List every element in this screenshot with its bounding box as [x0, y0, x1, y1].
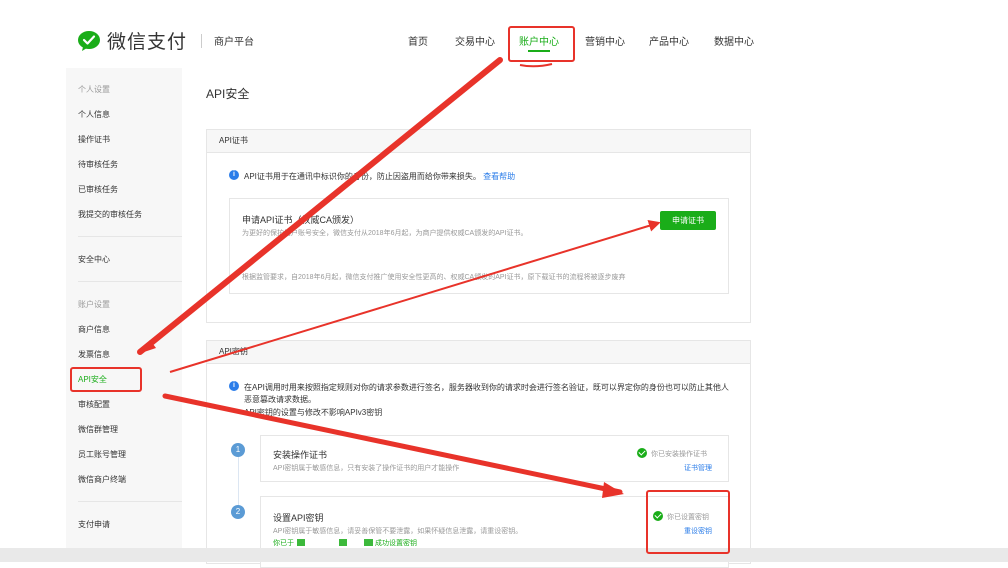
api-cert-section-title: API证书: [207, 130, 750, 153]
step-1-desc: API密钥属于敏感信息，只有安装了操作证书的用户才能操作: [273, 465, 460, 472]
help-link[interactable]: 查看帮助: [483, 172, 515, 181]
brand-name: 微信支付: [107, 32, 188, 53]
page-title: API安全: [206, 87, 250, 101]
apply-cert-note: 根据监管要求，自2018年6月起，微信支付推广使用安全性更高的、权威CA颁发的A…: [242, 274, 626, 281]
step-1-title: 安装操作证书: [273, 450, 328, 460]
sidebar-group-personal: 个人设置: [78, 85, 110, 94]
api-key-section-title: API密钥: [207, 341, 750, 364]
sidebar-divider: [78, 236, 182, 237]
sidebar-item-invoice-info[interactable]: 发票信息: [78, 349, 110, 360]
api-cert-notice-text: API证书用于在通讯中标识你的身份，防止因盗用而给你带来损失。: [244, 172, 481, 181]
nav-product-center[interactable]: 产品中心: [649, 33, 689, 48]
wechat-pay-logo[interactable]: 微信支付 商户平台: [77, 27, 254, 54]
apply-cert-desc: 为更好的保护用户账号安全，微信支付从2018年6月起，为商户提供权威CA颁发的A…: [242, 230, 528, 237]
wechat-pay-logo-icon: [78, 30, 100, 51]
step-connector: [238, 457, 239, 507]
api-key-notice-line1: 在API调用时用来按照指定规则对你的请求参数进行签名，服务器收到你的请求时会进行…: [244, 383, 729, 392]
sidebar-item-merchant-terminal[interactable]: 微信商户终端: [78, 474, 126, 485]
sidebar-item-reviewed[interactable]: 已审核任务: [78, 184, 118, 195]
sidebar-divider: [78, 501, 182, 502]
api-key-notice-line3: API密钥的设置与修改不影响APIv3密钥: [244, 408, 383, 417]
step-2-set-time-prefix: 你已于: [273, 540, 294, 547]
annotation-box-nav: [508, 26, 575, 62]
apply-cert-title: 申请API证书（权威CA颁发）: [242, 215, 360, 225]
logo-divider: [201, 33, 203, 48]
apply-cert-button[interactable]: 申请证书: [660, 211, 716, 230]
step-2-set-time-suffix: 成功设置密钥: [375, 540, 417, 547]
top-header: 微信支付 商户平台 首页 交易中心 账户中心 营销中心 产品中心 数据中心: [0, 0, 1008, 70]
sidebar-item-op-cert[interactable]: 操作证书: [78, 134, 110, 145]
sidebar-item-personal-info[interactable]: 个人信息: [78, 109, 110, 120]
sidebar-divider: [78, 281, 182, 282]
api-key-notice-line2: 恶意篡改请求数据。: [244, 395, 316, 404]
annotation-box-sidebar: [70, 367, 142, 392]
cert-manage-link[interactable]: 证书管理: [684, 463, 712, 473]
nav-data-center[interactable]: 数据中心: [714, 33, 754, 48]
info-icon: i: [229, 170, 239, 180]
check-icon: [637, 448, 647, 458]
sidebar-item-pay-apply[interactable]: 支付申请: [78, 519, 110, 530]
apply-cert-card: 申请API证书（权威CA颁发） 为更好的保护用户账号安全，微信支付从2018年6…: [229, 198, 729, 294]
sidebar-item-pending-review[interactable]: 待审核任务: [78, 159, 118, 170]
sidebar: 个人设置 个人信息 操作证书 待审核任务 已审核任务 我提交的审核任务 安全中心…: [66, 68, 182, 562]
sidebar-group-account: 账户设置: [78, 300, 110, 309]
redacted-block: [339, 539, 347, 546]
sidebar-item-merchant-info[interactable]: 商户信息: [78, 324, 110, 335]
sidebar-item-review-config[interactable]: 审核配置: [78, 399, 110, 410]
step-2-number: 2: [231, 505, 245, 519]
api-cert-section: API证书 i API证书用于在通讯中标识你的身份，防止因盗用而给你带来损失。 …: [206, 129, 751, 323]
sidebar-item-staff-accounts[interactable]: 员工账号管理: [78, 449, 126, 460]
sidebar-item-my-submitted[interactable]: 我提交的审核任务: [78, 209, 142, 220]
redacted-block: [364, 539, 373, 546]
bottom-scrollbar[interactable]: [0, 548, 1008, 562]
step-1-status: 你已安装操作证书: [651, 451, 707, 458]
step-2-title: 设置API密钥: [273, 513, 324, 523]
redacted-block: [297, 539, 305, 546]
sidebar-item-security-center[interactable]: 安全中心: [78, 254, 110, 265]
api-cert-notice: API证书用于在通讯中标识你的身份，防止因盗用而给你带来损失。 查看帮助: [244, 171, 515, 182]
nav-home[interactable]: 首页: [408, 33, 428, 48]
step-1-number: 1: [231, 443, 245, 457]
step-1-card: 安装操作证书 API密钥属于敏感信息，只有安装了操作证书的用户才能操作 你已安装…: [260, 435, 729, 482]
step-2-desc: API密钥属于敏感信息，请妥善保管不要泄露，如果怀疑信息泄露，请重设密钥。: [273, 528, 523, 535]
sidebar-item-wechat-group[interactable]: 微信群管理: [78, 424, 118, 435]
nav-trade-center[interactable]: 交易中心: [455, 33, 495, 48]
platform-name: 商户平台: [214, 37, 255, 48]
annotation-box-reset-key: [646, 490, 730, 554]
nav-marketing-center[interactable]: 营销中心: [585, 33, 625, 48]
info-icon: i: [229, 381, 239, 391]
